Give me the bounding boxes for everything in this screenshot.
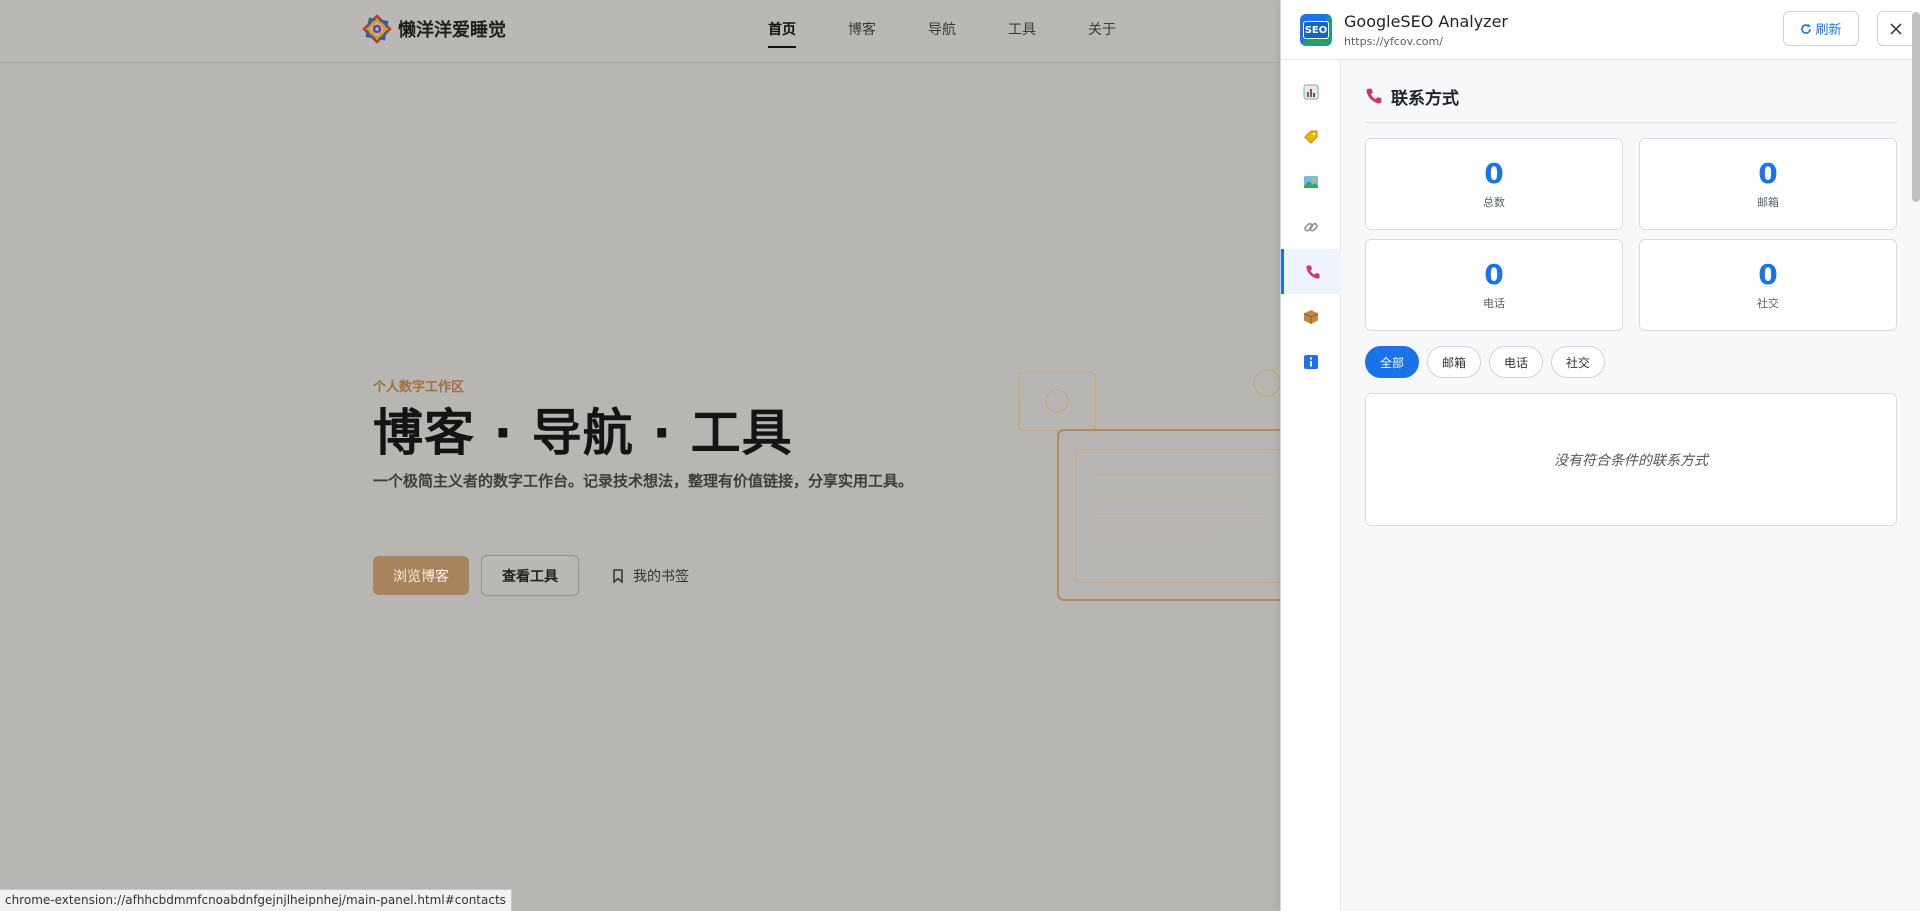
- rail-item-overview[interactable]: [1281, 69, 1341, 114]
- status-bar-url: chrome-extension://afhhcbdmmfcnoabdnfgej…: [0, 889, 512, 911]
- image-icon: [1304, 175, 1318, 188]
- contacts-section: 联系方式 0 总数 0 邮箱 0 电话 0 社交 全部 邮箱 电话 社交 没有符…: [1365, 60, 1897, 526]
- side-rail: [1281, 60, 1341, 911]
- bookmarks-label: 我的书签: [633, 568, 689, 585]
- filter-phone[interactable]: 电话: [1489, 346, 1544, 378]
- close-button[interactable]: [1877, 11, 1913, 46]
- hero-actions: 浏览博客 查看工具 我的书签: [373, 555, 689, 596]
- stat-value: 0: [1758, 157, 1778, 190]
- stat-value: 0: [1758, 258, 1778, 291]
- stat-card-total: 0 总数: [1365, 138, 1623, 230]
- section-title: 联系方式: [1391, 88, 1459, 109]
- contacts-list: 没有符合条件的联系方式: [1365, 393, 1897, 526]
- refresh-button[interactable]: 刷新: [1783, 11, 1859, 46]
- nav-blog[interactable]: 博客: [848, 0, 876, 63]
- rail-item-meta[interactable]: [1281, 114, 1341, 159]
- stat-value: 0: [1484, 258, 1504, 291]
- rail-item-resources[interactable]: [1281, 294, 1341, 339]
- rail-item-contacts[interactable]: [1281, 249, 1341, 294]
- nav-tools[interactable]: 工具: [1008, 0, 1036, 63]
- close-icon: [1889, 22, 1902, 35]
- site-name: 懒洋洋爱睡觉: [398, 20, 506, 41]
- rail-item-images[interactable]: [1281, 159, 1341, 204]
- hero-illustration: [1018, 369, 1288, 601]
- logo-icon: [362, 14, 392, 44]
- hero-description: 一个极简主义者的数字工作台。记录技术想法，整理有价值链接，分享实用工具。: [373, 472, 914, 490]
- rail-item-links[interactable]: [1281, 204, 1341, 249]
- stat-card-phone: 0 电话: [1365, 239, 1623, 331]
- seo-app-icon: SEO: [1300, 14, 1332, 46]
- nav-navigation[interactable]: 导航: [928, 0, 956, 63]
- filter-social[interactable]: 社交: [1551, 346, 1606, 378]
- browse-blog-button[interactable]: 浏览博客: [373, 556, 469, 595]
- seo-analyzer-panel: SEO GoogleSEO Analyzer https://yfcov.com…: [1280, 0, 1920, 911]
- hero-eyebrow: 个人数字工作区: [373, 380, 465, 395]
- rail-item-info[interactable]: [1281, 339, 1341, 384]
- empty-message: 没有符合条件的联系方式: [1554, 452, 1708, 469]
- stat-label: 邮箱: [1757, 196, 1779, 209]
- analyzed-url: https://yfcov.com/: [1344, 35, 1443, 48]
- hero-section: 个人数字工作区 博客 · 导航 · 工具 一个极简主义者的数字工作台。记录技术想…: [373, 376, 933, 493]
- refresh-icon: [1801, 23, 1812, 34]
- info-icon: [1304, 354, 1318, 369]
- stat-label: 社交: [1757, 297, 1779, 310]
- stat-card-social: 0 社交: [1639, 239, 1897, 331]
- filter-email[interactable]: 邮箱: [1427, 346, 1482, 378]
- refresh-label: 刷新: [1815, 22, 1842, 37]
- nav-about[interactable]: 关于: [1088, 0, 1116, 63]
- site-logo[interactable]: 懒洋洋爱睡觉: [362, 14, 506, 44]
- link-icon: [1304, 222, 1318, 232]
- panel-scrollbar[interactable]: [1912, 12, 1920, 202]
- stat-value: 0: [1484, 157, 1504, 190]
- stat-card-email: 0 邮箱: [1639, 138, 1897, 230]
- filter-chips: 全部 邮箱 电话 社交: [1365, 346, 1897, 378]
- nav-home[interactable]: 首页: [768, 0, 796, 63]
- stat-label: 电话: [1483, 297, 1505, 310]
- phone-icon: [1366, 88, 1382, 104]
- chart-icon: [1303, 84, 1319, 99]
- stats-grid: 0 总数 0 邮箱 0 电话 0 社交: [1365, 138, 1897, 331]
- panel-header: SEO GoogleSEO Analyzer https://yfcov.com…: [1281, 0, 1920, 60]
- stat-label: 总数: [1483, 196, 1505, 209]
- phone-icon: [1305, 265, 1319, 279]
- package-icon: [1303, 309, 1319, 324]
- hero-title: 博客 · 导航 · 工具: [373, 404, 793, 462]
- seo-app-icon-label: SEO: [1303, 21, 1329, 39]
- section-header: 联系方式: [1365, 60, 1897, 123]
- view-tools-button[interactable]: 查看工具: [481, 555, 579, 596]
- app-name: GoogleSEO Analyzer: [1344, 12, 1508, 31]
- tag-icon: [1304, 130, 1318, 144]
- main-nav: 首页 博客 导航 工具 关于: [768, 0, 1168, 63]
- bookmark-icon: [613, 568, 623, 584]
- bookmarks-link[interactable]: 我的书签: [611, 566, 689, 586]
- filter-all[interactable]: 全部: [1365, 346, 1420, 378]
